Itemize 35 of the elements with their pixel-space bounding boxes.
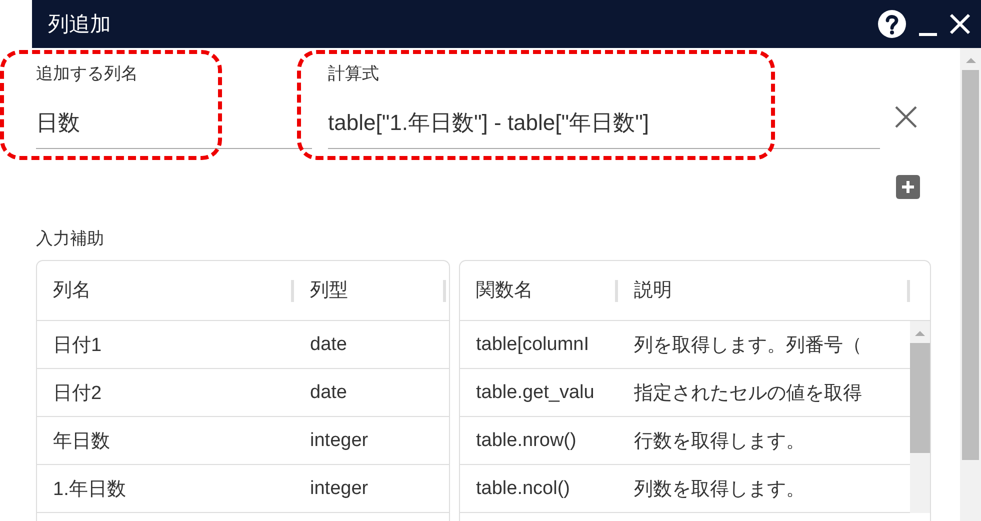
table-cell-text: table.get_valu <box>475 382 596 404</box>
scrollbar[interactable] <box>910 321 930 513</box>
table-cell-text: 日付2 <box>52 382 103 406</box>
table-cell-text: 行数を取得します。 <box>633 430 806 454</box>
table-cell-text: date <box>309 382 348 404</box>
field-label: 計算式 <box>328 63 380 85</box>
column-header[interactable]: 説明 <box>618 280 910 302</box>
window-title: 列追加 <box>48 12 112 38</box>
field-value: 日数 <box>36 109 81 137</box>
table-cell-text: 列数を取得します。 <box>633 478 806 502</box>
table-cell-text: table[columnI <box>475 334 590 356</box>
scrollbar[interactable] <box>960 48 981 521</box>
table-cell-text: date <box>309 334 348 356</box>
field-value: table["1.年日数"] - table["年日数"] <box>328 109 650 137</box>
table-cell-text: 列を取得します。列番号（ <box>633 334 863 358</box>
field-label: 追加する列名 <box>36 63 139 85</box>
section-label: 入力補助 <box>36 228 105 250</box>
help-icon[interactable] <box>877 9 907 39</box>
input-field[interactable]: 計算式 table["1.年日数"] - table["年日数"] <box>328 62 880 149</box>
table-cell-text: 日付1 <box>52 334 103 358</box>
table-cell-text: 年日数 <box>52 430 111 454</box>
plus-icon <box>901 180 915 194</box>
column-header[interactable]: 関数名 <box>460 280 618 302</box>
clear-button[interactable] <box>894 105 918 129</box>
add-button[interactable] <box>896 175 920 199</box>
table-cell-text: integer <box>309 478 370 500</box>
close-icon[interactable] <box>949 13 971 35</box>
column-header[interactable]: 列名 <box>37 280 294 302</box>
table-cell-text: 指定されたセルの値を取得 <box>633 382 863 406</box>
input-field[interactable]: 追加する列名 日数 <box>36 62 312 149</box>
table-cell-text: integer <box>309 430 370 452</box>
table-cell-text: table.nrow() <box>475 430 578 452</box>
table-cell-text: table.ncol() <box>475 478 571 500</box>
table-cell-text: 1.年日数 <box>52 478 127 502</box>
column-header[interactable]: 列型 <box>294 280 446 302</box>
